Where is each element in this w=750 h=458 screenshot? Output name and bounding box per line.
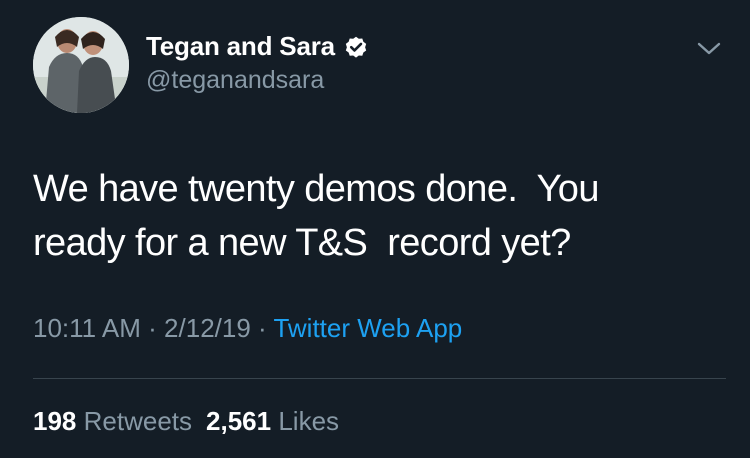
tweet-stats: 198 Retweets 2,561 Likes [33,406,339,437]
meta-separator: · [250,313,274,343]
retweets-stat[interactable]: 198 Retweets [33,406,192,436]
tweet-meta: 10:11 AM · 2/12/19 · Twitter Web App [33,313,462,344]
likes-label: Likes [278,406,340,436]
avatar-image [33,17,129,113]
avatar[interactable] [33,17,129,113]
user-name-row: Tegan and Sara [146,31,369,62]
tweet-source-link[interactable]: Twitter Web App [273,313,462,343]
tweet-card: Tegan and Sara @teganandsara We have twe… [0,0,750,458]
retweets-count: 198 [33,406,77,436]
user-handle[interactable]: @teganandsara [146,66,324,95]
likes-count: 2,561 [206,406,272,436]
tweet-time[interactable]: 10:11 AM [33,313,141,343]
meta-separator: · [140,313,165,343]
likes-stat[interactable]: 2,561 Likes [206,406,339,436]
verified-badge-icon [345,36,367,58]
tweet-date[interactable]: 2/12/19 [164,313,251,343]
display-name[interactable]: Tegan and Sara [146,31,335,62]
retweets-label: Retweets [83,406,193,436]
divider [33,378,726,379]
chevron-down-icon[interactable] [694,36,724,60]
tweet-text: We have twenty demos done. You ready for… [33,168,599,264]
